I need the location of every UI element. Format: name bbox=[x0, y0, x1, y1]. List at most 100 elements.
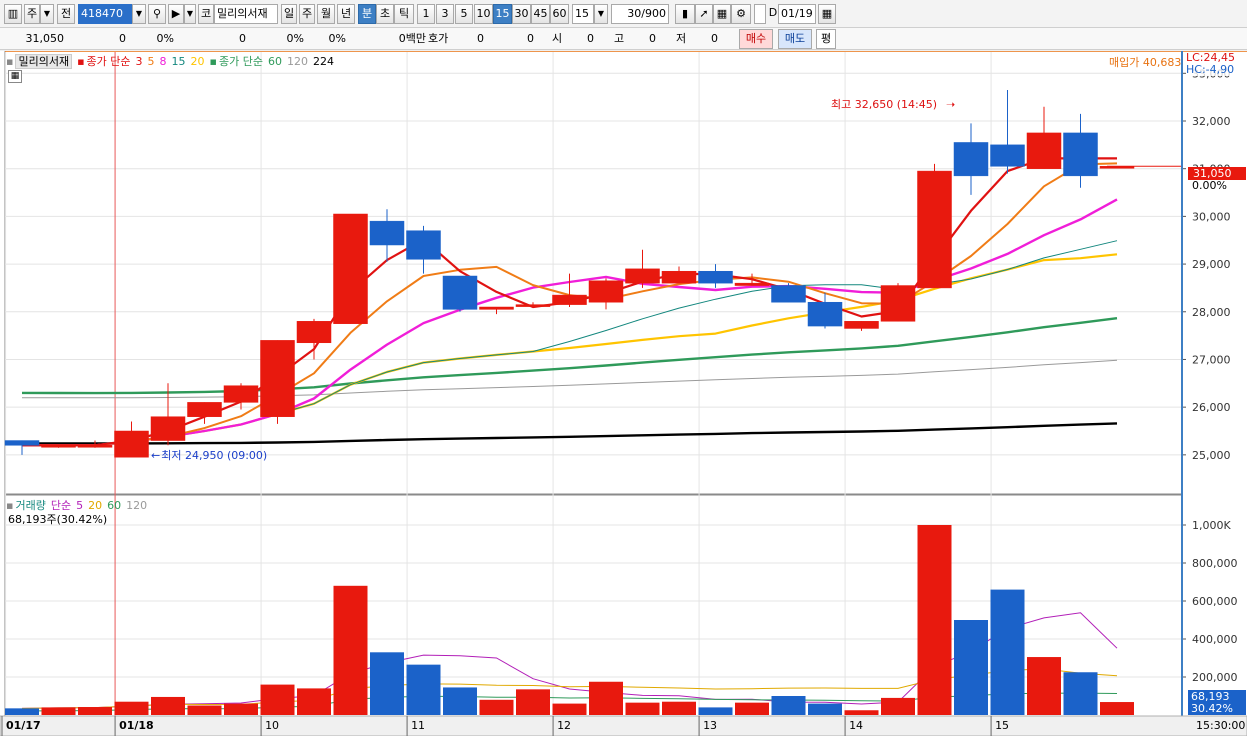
volume-bar bbox=[1027, 657, 1061, 715]
x-axis-label: 13 bbox=[703, 719, 717, 732]
last-pct-tag: 0.00% bbox=[1192, 179, 1227, 192]
volume-bar bbox=[808, 703, 842, 715]
search-icon[interactable]: ⚲ bbox=[148, 4, 166, 24]
speaker-icon[interactable]: ▶ bbox=[168, 4, 184, 24]
legend-marker-icon: ▪ bbox=[6, 55, 14, 68]
low-annotation-text: 최저 24,950 (09:00) bbox=[161, 449, 268, 462]
volume-bar bbox=[844, 710, 879, 715]
candle-body bbox=[807, 301, 843, 327]
high-value: 0 bbox=[649, 32, 656, 45]
candle-body bbox=[588, 280, 624, 303]
arrow-left-icon: ← bbox=[151, 449, 161, 462]
candle-body bbox=[880, 285, 916, 322]
period-week-button[interactable]: 주 bbox=[299, 4, 315, 24]
buy-button[interactable]: 매수 bbox=[739, 29, 773, 49]
interval-10-button[interactable]: 10 bbox=[474, 4, 493, 24]
volume-bar bbox=[297, 688, 331, 715]
interval-60-button[interactable]: 60 bbox=[550, 4, 569, 24]
current-price: 31,050 bbox=[25, 32, 65, 45]
legend-ma-short-label: 종가 단순 bbox=[86, 55, 131, 68]
candle-body bbox=[369, 220, 405, 246]
hoga-value: 0 bbox=[477, 32, 484, 45]
volume-ma60: 60 bbox=[107, 499, 122, 512]
period-minute-button[interactable]: 분 bbox=[358, 4, 376, 24]
interval-15-button[interactable]: 15 bbox=[493, 4, 512, 24]
candle-body bbox=[406, 230, 441, 260]
volume-tick-label: 1,000K bbox=[1192, 519, 1231, 532]
hoga-value-2: 0 bbox=[527, 32, 534, 45]
volume-bar bbox=[625, 702, 660, 715]
market-button[interactable]: 코 bbox=[198, 4, 214, 24]
volume-bar bbox=[479, 699, 514, 715]
legend-ma3: 3 bbox=[135, 55, 143, 68]
table-toggle-icon[interactable]: ▦ bbox=[8, 70, 22, 83]
avg-button[interactable]: 평 bbox=[816, 29, 836, 49]
hc-label: HC:-4,90 bbox=[1186, 63, 1235, 76]
sell-button[interactable]: 매도 bbox=[778, 29, 812, 49]
interval-input[interactable]: 15 bbox=[572, 4, 594, 24]
chart-settings-icon[interactable]: ▥ bbox=[4, 4, 22, 24]
current-volume-label: 68,193주(30.42%) bbox=[8, 513, 108, 526]
candle-body bbox=[552, 294, 587, 305]
price-tick-label: 30,000 bbox=[1192, 210, 1231, 223]
price-tick-label: 28,000 bbox=[1192, 306, 1231, 319]
low-annotation: ←최저 24,950 (09:00) bbox=[151, 447, 272, 463]
date-checkbox[interactable] bbox=[754, 4, 766, 24]
chart-toolbar: ▥ 주 ▼ 전 418470 ▼ ⚲ ▶ ▼ 코 밀리의서재 일 주 월 년 분… bbox=[0, 0, 1247, 28]
interval-1-button[interactable]: 1 bbox=[417, 4, 435, 24]
period-second-button[interactable]: 초 bbox=[376, 4, 394, 24]
interval-30-button[interactable]: 30 bbox=[512, 4, 531, 24]
stock-chart-area[interactable]: 33,00032,00031,00030,00029,00028,00027,0… bbox=[0, 50, 1247, 736]
chart-canvas[interactable]: 33,00032,00031,00030,00029,00028,00027,0… bbox=[0, 50, 1247, 736]
volume-pct: 0% bbox=[286, 32, 304, 45]
volume-bar bbox=[881, 697, 915, 715]
candle-body bbox=[187, 402, 222, 417]
save-icon[interactable]: ▦ bbox=[713, 4, 731, 24]
count-field[interactable]: 30/900 bbox=[611, 4, 669, 24]
volume-pct-tag: 30.42% bbox=[1188, 703, 1246, 715]
volume-bar bbox=[589, 681, 623, 715]
calendar-icon[interactable]: ▦ bbox=[818, 4, 836, 24]
date-input[interactable]: 01/19 bbox=[778, 4, 816, 24]
trend-tool-icon[interactable]: ➚ bbox=[695, 4, 713, 24]
volume-bar bbox=[41, 707, 76, 715]
interval-3-button[interactable]: 3 bbox=[436, 4, 454, 24]
period-year-button[interactable]: 년 bbox=[337, 4, 355, 24]
interval-45-button[interactable]: 45 bbox=[531, 4, 550, 24]
period-month-button[interactable]: 월 bbox=[317, 4, 335, 24]
stock-code-input[interactable]: 418470 bbox=[78, 4, 132, 24]
chart-kind-button[interactable]: 주 bbox=[24, 4, 40, 24]
prev-button[interactable]: 전 bbox=[57, 4, 75, 24]
interval-dropdown-icon[interactable]: ▼ bbox=[594, 4, 608, 24]
stock-code-dropdown-icon[interactable]: ▼ bbox=[132, 4, 146, 24]
volume-pct-2: 0% bbox=[328, 32, 346, 45]
high-annotation: 최고 32,650 (14:45) ➝ bbox=[831, 96, 960, 112]
chart-kind-dropdown-icon[interactable]: ▼ bbox=[40, 4, 54, 24]
gear-icon[interactable]: ⚙ bbox=[731, 4, 751, 24]
candle-body bbox=[734, 282, 770, 286]
legend-ma8: 8 bbox=[159, 55, 167, 68]
volume-bar bbox=[735, 702, 769, 715]
period-tick-button[interactable]: 틱 bbox=[394, 4, 414, 24]
candle-type-icon[interactable]: ▮ bbox=[675, 4, 695, 24]
volume-bar bbox=[516, 689, 550, 715]
interval-5-button[interactable]: 5 bbox=[455, 4, 473, 24]
speaker-dropdown-icon[interactable]: ▼ bbox=[184, 4, 196, 24]
candle-body bbox=[333, 213, 368, 324]
count-value: 30 bbox=[627, 7, 642, 20]
price-tick-label: 32,000 bbox=[1192, 115, 1231, 128]
legend-dot-icon-2: ▪ bbox=[209, 55, 217, 68]
date-checkbox-label: D bbox=[768, 6, 778, 19]
legend-ma120: 120 bbox=[286, 55, 308, 68]
legend-ma224: 224 bbox=[312, 55, 334, 68]
candle-body bbox=[4, 440, 40, 446]
volume-bar bbox=[698, 707, 733, 715]
candle-body bbox=[990, 144, 1025, 167]
period-day-button[interactable]: 일 bbox=[281, 4, 297, 24]
stock-name-field[interactable]: 밀리의서재 bbox=[214, 4, 278, 24]
buy-price-label: 매입가 40,683 bbox=[1109, 56, 1182, 69]
count-max: /900 bbox=[641, 7, 666, 20]
volume-bar bbox=[406, 664, 441, 715]
low-value: 0 bbox=[711, 32, 718, 45]
volume-bar bbox=[443, 687, 477, 715]
